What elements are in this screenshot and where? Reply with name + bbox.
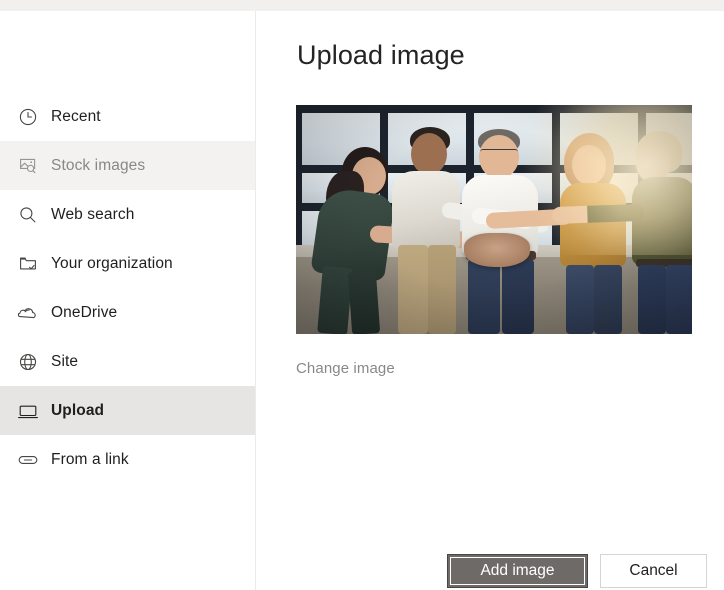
preview-photo	[296, 105, 692, 334]
sidebar-item-label: From a link	[51, 450, 129, 468]
sidebar-item-onedrive[interactable]: OneDrive	[0, 288, 255, 337]
onedrive-cloud-icon	[16, 301, 40, 325]
sidebar-item-label: Your organization	[51, 254, 173, 272]
sidebar-item-label: Site	[51, 352, 79, 370]
sidebar-item-from-a-link[interactable]: From a link	[0, 435, 255, 484]
clock-icon	[16, 105, 40, 129]
sidebar-item-your-organization[interactable]: Your organization	[0, 239, 255, 288]
window-top-strip	[0, 0, 724, 11]
dialog-footer: Add image Cancel	[257, 539, 724, 590]
stock-image-icon	[16, 154, 40, 178]
sidebar-item-web-search[interactable]: Web search	[0, 190, 255, 239]
image-preview	[296, 105, 692, 334]
sidebar-item-label: Stock images	[51, 156, 146, 174]
globe-icon	[16, 350, 40, 374]
sidebar-item-site[interactable]: Site	[0, 337, 255, 386]
source-sidebar: Recent Stock images Web search Your orga…	[0, 11, 256, 590]
upload-image-dialog: Recent Stock images Web search Your orga…	[0, 0, 724, 590]
main-panel: Upload image Change image Add image Canc…	[257, 11, 724, 590]
add-image-button[interactable]: Add image	[447, 554, 588, 588]
page-title: Upload image	[297, 40, 465, 70]
monitor-icon	[16, 399, 40, 423]
person-5	[551, 131, 692, 334]
sidebar-item-label: Recent	[51, 107, 101, 125]
search-icon	[16, 203, 40, 227]
cancel-button[interactable]: Cancel	[600, 554, 707, 588]
joined-hands	[464, 233, 530, 267]
change-image-link[interactable]: Change image	[296, 360, 395, 377]
sidebar-item-label: Upload	[51, 401, 105, 419]
sidebar-item-upload[interactable]: Upload	[0, 386, 255, 435]
sidebar-nav-list: Recent Stock images Web search Your orga…	[0, 92, 255, 484]
link-icon	[16, 448, 40, 472]
sidebar-item-label: OneDrive	[51, 303, 118, 321]
sidebar-item-stock-images[interactable]: Stock images	[0, 141, 255, 190]
add-image-button-label: Add image	[480, 562, 555, 579]
folder-check-icon	[16, 252, 40, 276]
sidebar-item-recent[interactable]: Recent	[0, 92, 255, 141]
cancel-button-label: Cancel	[629, 562, 678, 579]
sidebar-item-label: Web search	[51, 205, 135, 223]
